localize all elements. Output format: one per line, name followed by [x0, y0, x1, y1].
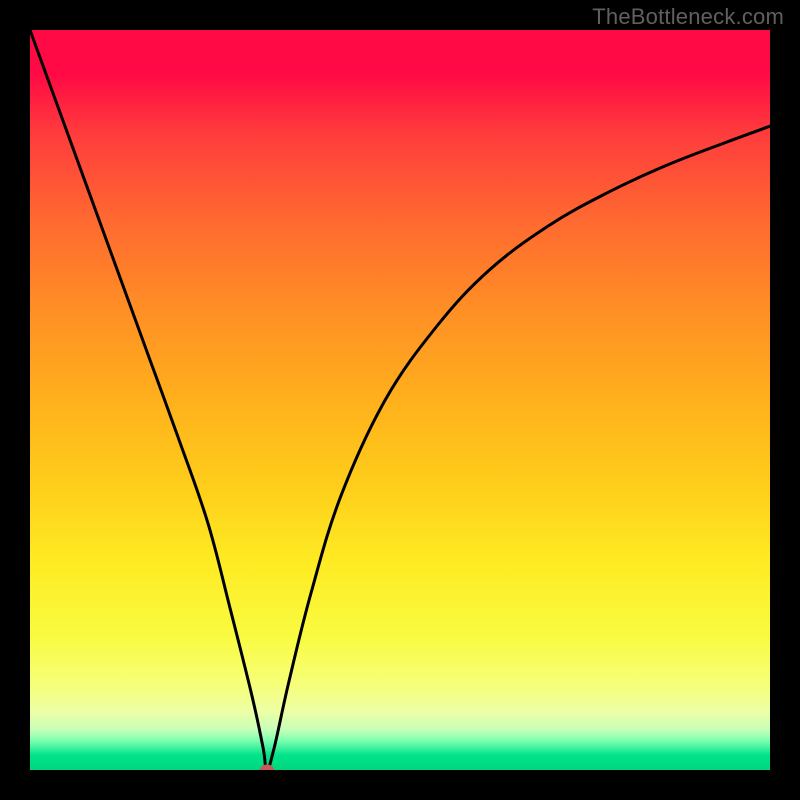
optimum-marker [260, 765, 274, 776]
watermark-text: TheBottleneck.com [592, 4, 784, 30]
chart-container: TheBottleneck.com [0, 0, 800, 800]
plot-background-gradient [30, 30, 770, 770]
